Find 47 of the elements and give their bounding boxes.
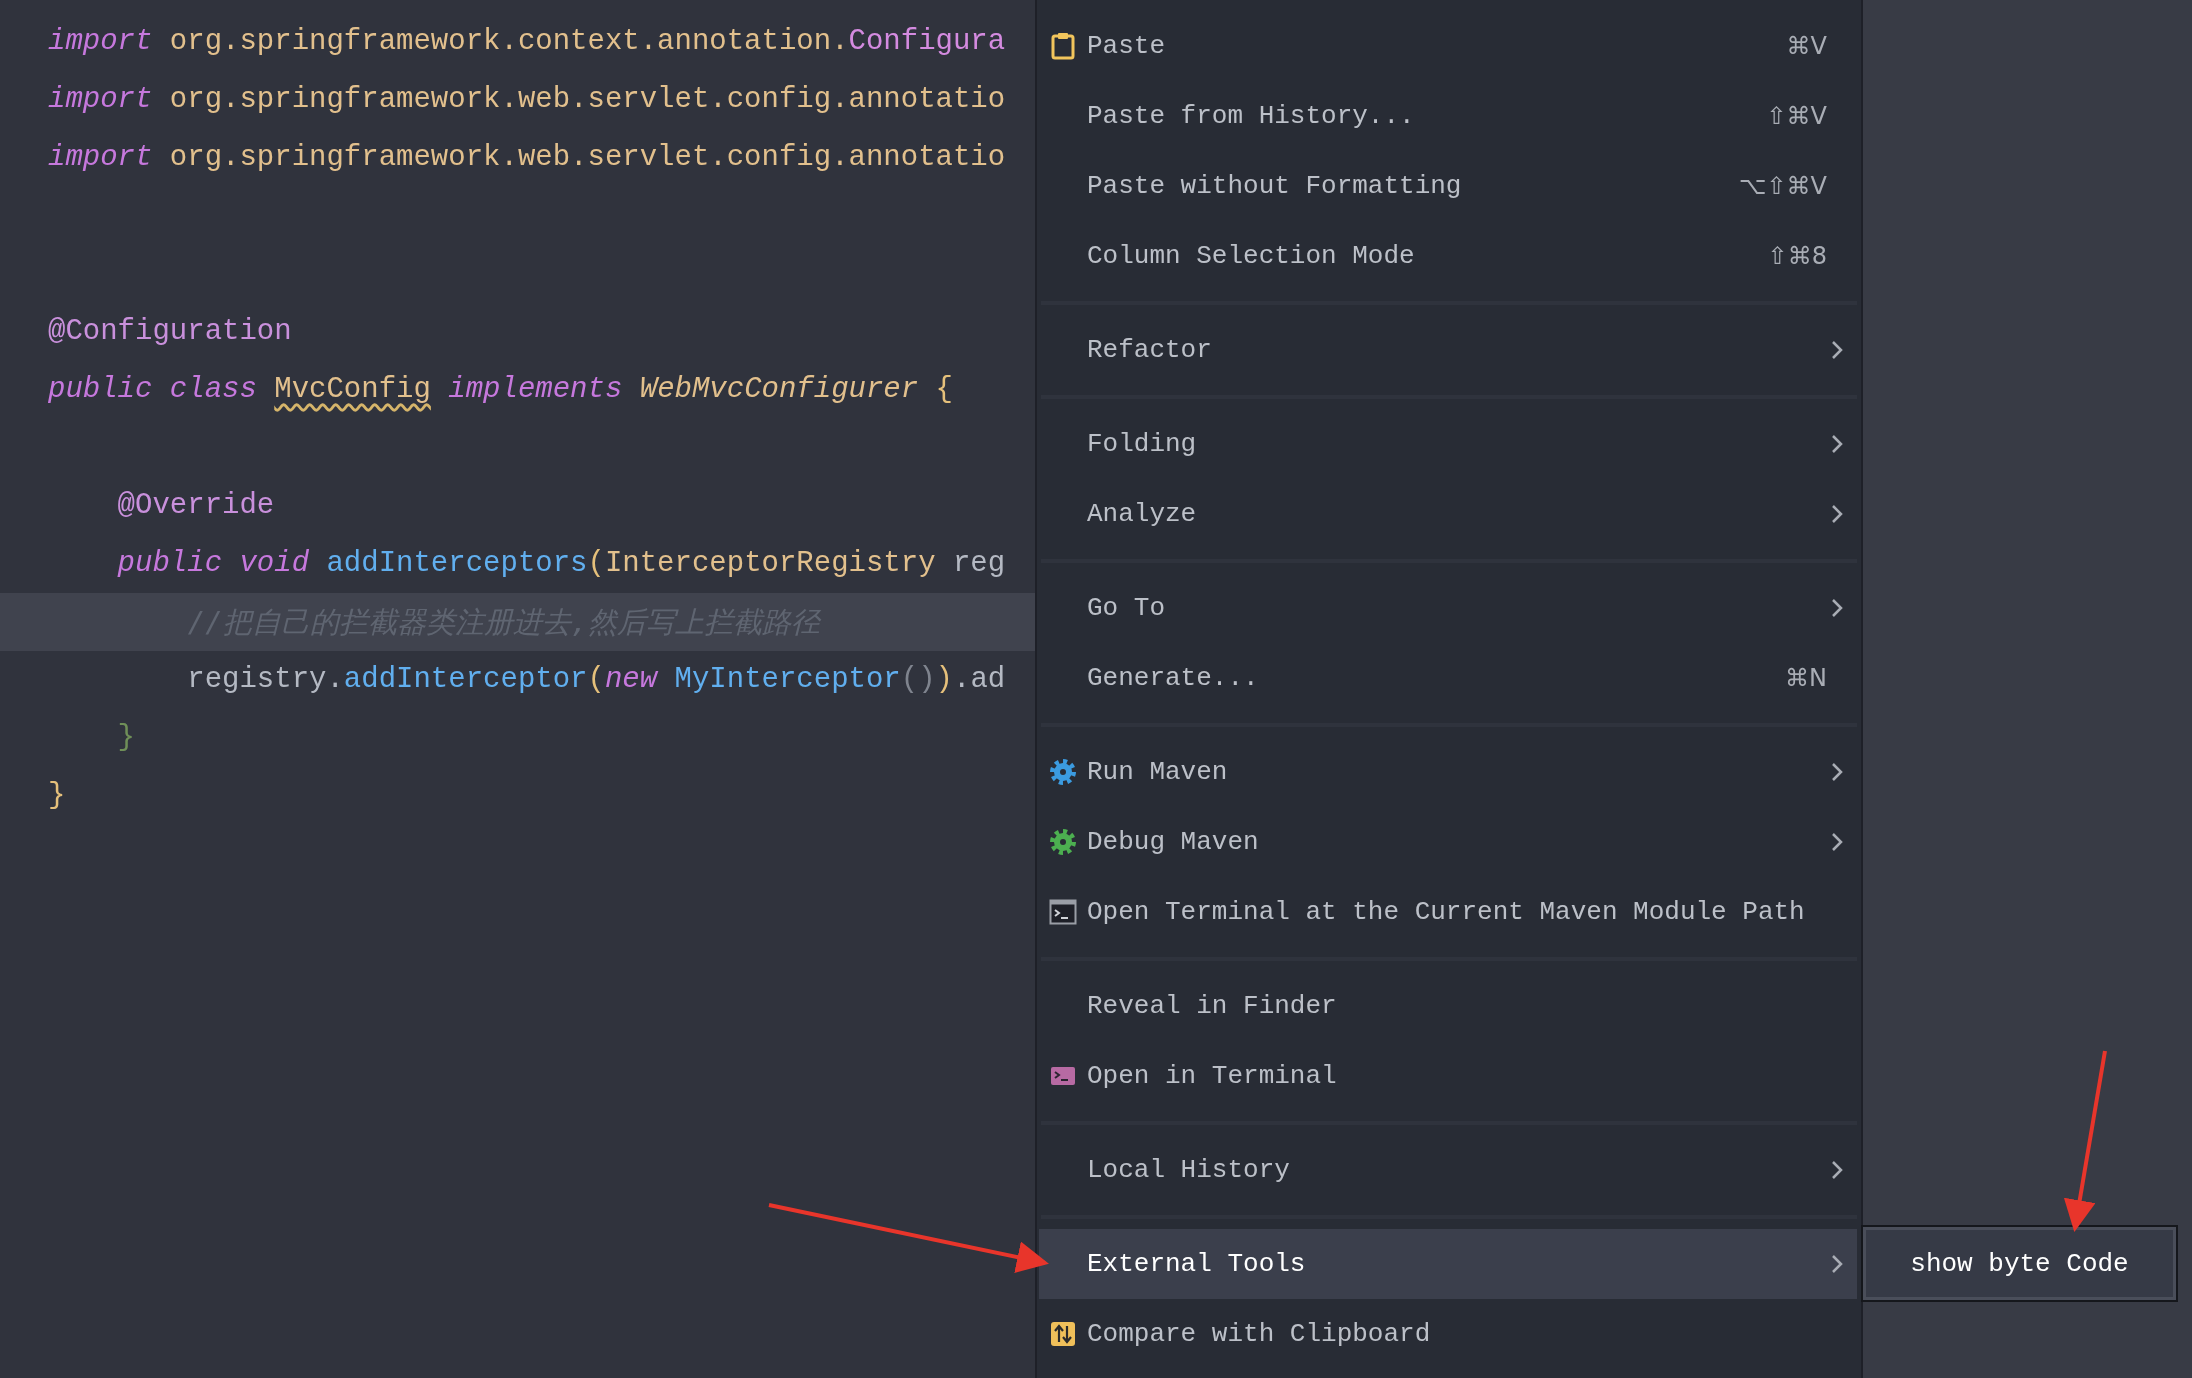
chevron-icon [1831,1254,1843,1274]
gear-icon [1049,828,1077,856]
menu-item[interactable]: show byte Code [1900,1242,2139,1285]
code-line: @Override [116,488,276,524]
menu-item[interactable]: Reveal in Finder [1039,971,1857,1041]
menu-item[interactable]: Paste from History... ⇧⌘V [1039,81,1857,151]
terminal-icon [1050,1065,1076,1087]
shortcut-text: ⌘N [1785,664,1827,692]
menu-item[interactable]: Paste ⌘V [1039,11,1857,81]
compare-icon [1050,1321,1076,1347]
shortcut-text: ⌥⇧⌘V [1738,172,1827,200]
shortcut-text: ⇧⌘8 [1767,242,1827,270]
chevron-icon [1831,434,1843,454]
menu-item[interactable]: Open in Terminal [1039,1041,1857,1111]
code-line: public void addInterceptors(InterceptorRegistry reg [116,546,1007,582]
chevron-icon [1831,340,1843,360]
menu-item[interactable]: Refactor [1039,315,1857,385]
menu-item[interactable]: Column Selection Mode ⇧⌘8 [1039,221,1857,291]
chevron-icon [1831,598,1843,618]
menu-item[interactable]: Analyze [1039,479,1857,549]
chevron-icon [1831,762,1843,782]
menu-item[interactable]: Run Maven [1039,737,1857,807]
menu-item[interactable]: Generate... ⌘N [1039,643,1857,713]
code-line: @Configuration [47,314,293,350]
code-line: } [47,778,67,814]
code-line: import org.springframework.web.servlet.config.annotatio [47,82,1007,118]
chevron-icon [1831,1160,1843,1180]
menu-item[interactable]: Open Terminal at the Current Maven Module Path [1039,877,1857,947]
code-line: import org.springframework.context.annotation.Configura [47,24,1007,60]
menu-item[interactable]: External Tools [1039,1229,1857,1299]
menu-item[interactable]: Debug Maven [1039,807,1857,877]
code-line: registry.addInterceptor(new MyInterceptor()).ad [186,662,1007,698]
code-line: public class MvcConfig implements WebMvcConfigurer { [47,372,954,408]
code-line: import org.springframework.web.servlet.config.annotatio [47,140,1007,176]
terminal-window-icon [1049,899,1077,925]
menu-item[interactable]: Folding [1039,409,1857,479]
menu-item[interactable]: Local History [1039,1135,1857,1205]
gear-icon [1049,758,1077,786]
menu-item[interactable]: Compare with Clipboard [1039,1299,1857,1369]
chevron-icon [1831,504,1843,524]
code-line: } [116,720,136,756]
shortcut-text: ⌘V [1786,32,1827,60]
menu-item[interactable]: Paste without Formatting ⌥⇧⌘V [1039,151,1857,221]
menu-item[interactable]: Go To [1039,573,1857,643]
chevron-icon [1831,832,1843,852]
clipboard-icon [1051,32,1075,60]
shortcut-text: ⇧⌘V [1766,102,1827,130]
